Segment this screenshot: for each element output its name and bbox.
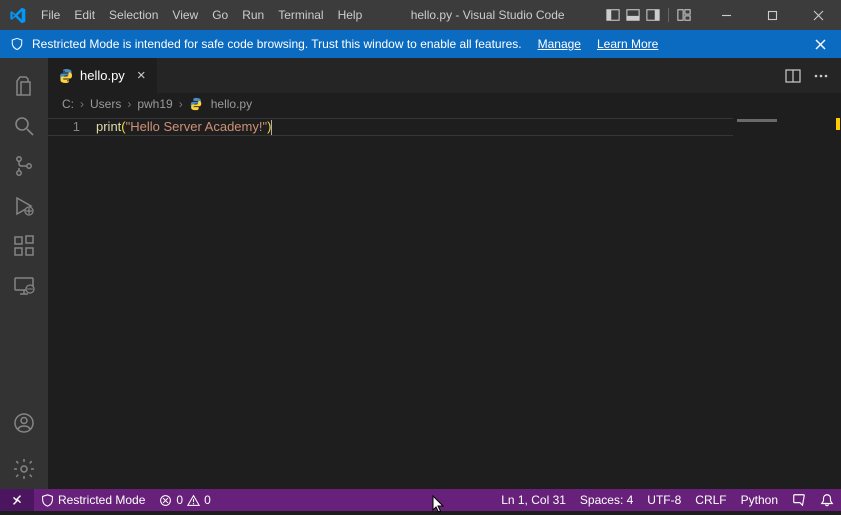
tab-hello-py[interactable]: hello.py ×: [48, 58, 158, 93]
window-controls: [703, 0, 841, 30]
status-eol[interactable]: CRLF: [688, 489, 733, 511]
vscode-logo: [0, 7, 34, 24]
status-indentation[interactable]: Spaces: 4: [573, 489, 640, 511]
main-menu: File Edit Selection View Go Run Terminal…: [34, 0, 369, 30]
main-area: hello.py × C: › Users › pwh19 › hello.py: [0, 58, 841, 489]
remote-explorer-icon[interactable]: [0, 266, 48, 306]
settings-gear-icon[interactable]: [0, 449, 48, 489]
split-editor-icon[interactable]: [785, 68, 801, 84]
breadcrumbs[interactable]: C: › Users › pwh19 › hello.py: [48, 93, 841, 115]
customize-layout-icon[interactable]: [677, 8, 691, 22]
remote-indicator[interactable]: [0, 489, 34, 511]
menu-file[interactable]: File: [34, 0, 67, 30]
overview-ruler[interactable]: [827, 115, 841, 489]
code-editor[interactable]: 1 print("Hello Server Academy!"): [48, 115, 841, 489]
more-actions-icon[interactable]: [813, 68, 829, 84]
title-bar: File Edit Selection View Go Run Terminal…: [0, 0, 841, 30]
banner-message: Restricted Mode is intended for safe cod…: [32, 37, 522, 51]
source-control-icon[interactable]: [0, 146, 48, 186]
layout-controls: [606, 8, 703, 22]
breadcrumb-part[interactable]: hello.py: [211, 97, 252, 111]
learn-more-link[interactable]: Learn More: [597, 37, 658, 51]
accounts-icon[interactable]: [0, 403, 48, 443]
tab-label: hello.py: [80, 68, 125, 83]
status-language-mode[interactable]: Python: [734, 489, 785, 511]
maximize-button[interactable]: [749, 0, 795, 30]
token-function: print: [96, 119, 121, 134]
status-bar: Restricted Mode 0 0 Ln 1, Col 31 Spaces:…: [0, 489, 841, 511]
menu-terminal[interactable]: Terminal: [271, 0, 330, 30]
menu-help[interactable]: Help: [331, 0, 370, 30]
chevron-right-icon: ›: [78, 97, 86, 111]
line-number: 1: [48, 119, 80, 134]
close-tab-icon[interactable]: ×: [137, 68, 146, 83]
status-restricted-mode[interactable]: Restricted Mode: [34, 489, 152, 511]
text-caret: [271, 120, 272, 135]
toggle-sidebar-left-icon[interactable]: [606, 8, 620, 22]
close-banner-button[interactable]: [810, 38, 831, 51]
minimize-button[interactable]: [703, 0, 749, 30]
token-string: "Hello Server Academy!": [126, 119, 267, 134]
editor-tabs: hello.py ×: [48, 58, 841, 93]
close-window-button[interactable]: [795, 0, 841, 30]
error-count: 0: [176, 493, 183, 507]
menu-selection[interactable]: Selection: [102, 0, 165, 30]
status-problems[interactable]: 0 0: [152, 489, 217, 511]
status-feedback-icon[interactable]: [785, 489, 813, 511]
chevron-right-icon: ›: [125, 97, 133, 111]
menu-view[interactable]: View: [165, 0, 205, 30]
status-restricted-label: Restricted Mode: [58, 493, 145, 507]
minimap[interactable]: [737, 115, 827, 489]
python-file-icon: [58, 68, 74, 84]
breadcrumb-part[interactable]: pwh19: [137, 97, 172, 111]
explorer-icon[interactable]: [0, 66, 48, 106]
toggle-sidebar-right-icon[interactable]: [646, 8, 660, 22]
shield-icon: [10, 37, 24, 51]
line-number-gutter: 1: [48, 115, 96, 489]
breadcrumb-part[interactable]: Users: [90, 97, 121, 111]
extensions-icon[interactable]: [0, 226, 48, 266]
status-encoding[interactable]: UTF-8: [640, 489, 688, 511]
activity-bar: [0, 58, 48, 489]
menu-go[interactable]: Go: [205, 0, 235, 30]
tab-actions: [785, 58, 841, 93]
toggle-panel-bottom-icon[interactable]: [626, 8, 640, 22]
run-debug-icon[interactable]: [0, 186, 48, 226]
restricted-mode-banner: Restricted Mode is intended for safe cod…: [0, 30, 841, 58]
search-icon[interactable]: [0, 106, 48, 146]
status-cursor-position[interactable]: Ln 1, Col 31: [494, 489, 573, 511]
window-title: hello.py - Visual Studio Code: [369, 8, 606, 22]
code-content[interactable]: print("Hello Server Academy!"): [96, 115, 841, 489]
breadcrumb-part[interactable]: C:: [62, 97, 74, 111]
menu-edit[interactable]: Edit: [67, 0, 102, 30]
editor-area: hello.py × C: › Users › pwh19 › hello.py: [48, 58, 841, 489]
manage-link[interactable]: Manage: [538, 37, 581, 51]
chevron-right-icon: ›: [177, 97, 185, 111]
status-notifications-icon[interactable]: [813, 489, 841, 511]
python-file-icon: [189, 97, 203, 111]
warning-count: 0: [204, 493, 211, 507]
menu-run[interactable]: Run: [235, 0, 271, 30]
